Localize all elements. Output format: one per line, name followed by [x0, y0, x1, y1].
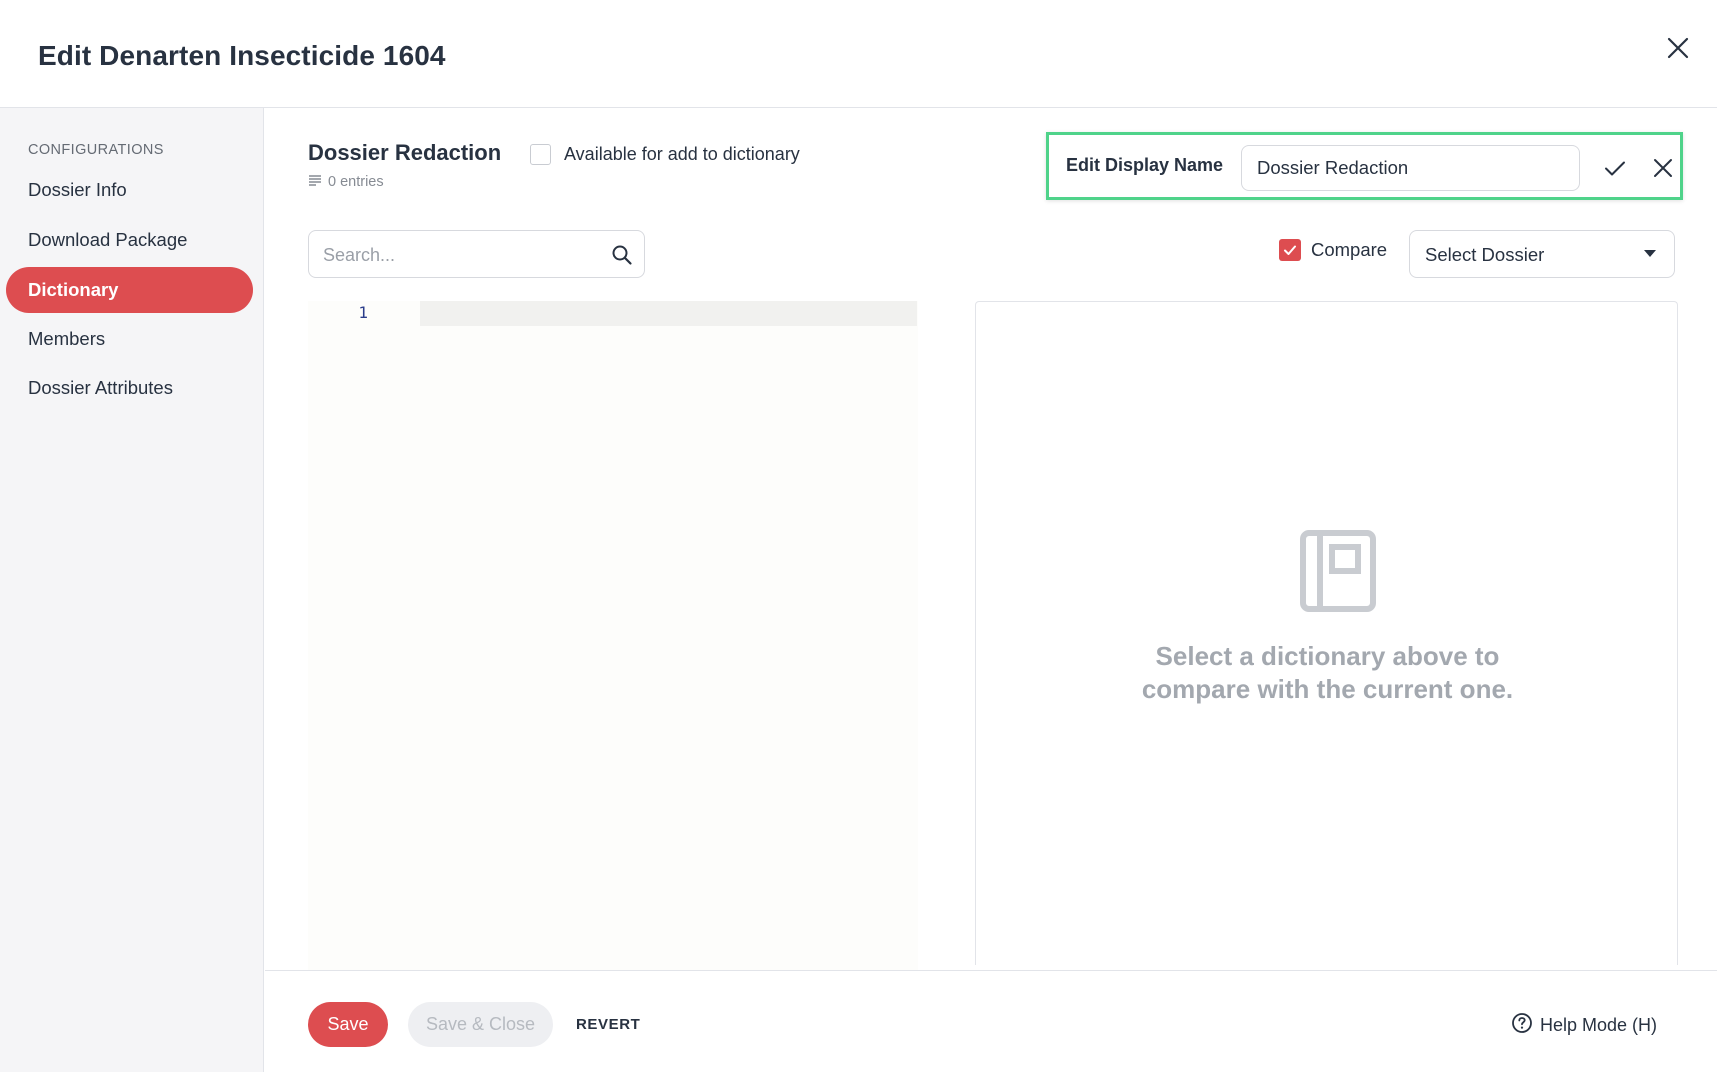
dialog-header: Edit Denarten Insecticide 1604 — [0, 0, 1717, 108]
active-line-highlight — [420, 301, 917, 326]
search-input[interactable] — [323, 242, 593, 268]
confirm-check-icon[interactable] — [1600, 153, 1630, 183]
search-icon[interactable] — [610, 243, 634, 267]
search-box — [308, 230, 645, 278]
cancel-edit-close-icon[interactable] — [1648, 153, 1678, 183]
compare-toggle[interactable]: Compare — [1279, 239, 1387, 261]
dialog-footer: Save Save & Close REVERT Help Mode (H) — [265, 970, 1717, 1072]
available-checkbox[interactable] — [530, 144, 551, 165]
list-icon — [308, 174, 322, 190]
dialog-title: Edit Denarten Insecticide 1604 — [38, 40, 446, 71]
available-for-dictionary-toggle[interactable]: Available for add to dictionary — [530, 144, 800, 165]
sidebar-heading: CONFIGURATIONS — [28, 142, 164, 158]
dictionary-title: Dossier Redaction — [308, 140, 502, 165]
sidebar-item-download-package[interactable]: Download Package — [6, 217, 253, 263]
chevron-down-icon — [1644, 250, 1656, 257]
compare-empty-message: Select a dictionary above to compare wit… — [976, 640, 1679, 706]
dictionary-editor[interactable] — [308, 301, 918, 1045]
book-icon — [1300, 530, 1376, 612]
edit-display-name-label: Edit Display Name — [1066, 155, 1224, 175]
sidebar: CONFIGURATIONS Dossier Info Download Pac… — [0, 108, 264, 1072]
save-button[interactable]: Save — [308, 1002, 388, 1047]
close-dialog-icon[interactable] — [1660, 30, 1696, 66]
compare-empty-line-2: compare with the current one. — [1141, 674, 1514, 704]
checkmark-icon — [1284, 245, 1296, 255]
compare-empty-line-1: Select a dictionary above to — [1155, 641, 1500, 671]
display-name-input[interactable] — [1241, 145, 1580, 191]
help-mode-button[interactable]: Help Mode (H) — [1511, 1012, 1657, 1039]
sidebar-item-members[interactable]: Members — [6, 316, 253, 362]
sidebar-item-dossier-attributes[interactable]: Dossier Attributes — [6, 365, 253, 411]
help-mode-label: Help Mode (H) — [1540, 1015, 1658, 1035]
select-dossier-dropdown[interactable]: Select Dossier — [1409, 230, 1675, 278]
compare-panel: Select a dictionary above to compare wit… — [975, 301, 1678, 965]
sidebar-item-dictionary[interactable]: Dictionary — [6, 267, 253, 313]
help-icon — [1511, 1012, 1533, 1039]
save-and-close-button[interactable]: Save & Close — [408, 1002, 553, 1047]
compare-checkbox[interactable] — [1279, 239, 1301, 261]
compare-label: Compare — [1311, 239, 1388, 260]
entries-count: 0 entries — [308, 174, 384, 190]
revert-button[interactable]: REVERT — [576, 1016, 640, 1033]
sidebar-item-dossier-info[interactable]: Dossier Info — [6, 167, 253, 213]
select-dossier-value: Select Dossier — [1425, 244, 1545, 265]
line-number: 1 — [358, 303, 368, 322]
main-content: Dossier Redaction 0 entries Available fo… — [265, 108, 1717, 1045]
entries-label: 0 entries — [328, 174, 384, 190]
edit-display-name-panel: Edit Display Name — [1046, 132, 1683, 200]
available-checkbox-label: Available for add to dictionary — [564, 144, 800, 164]
